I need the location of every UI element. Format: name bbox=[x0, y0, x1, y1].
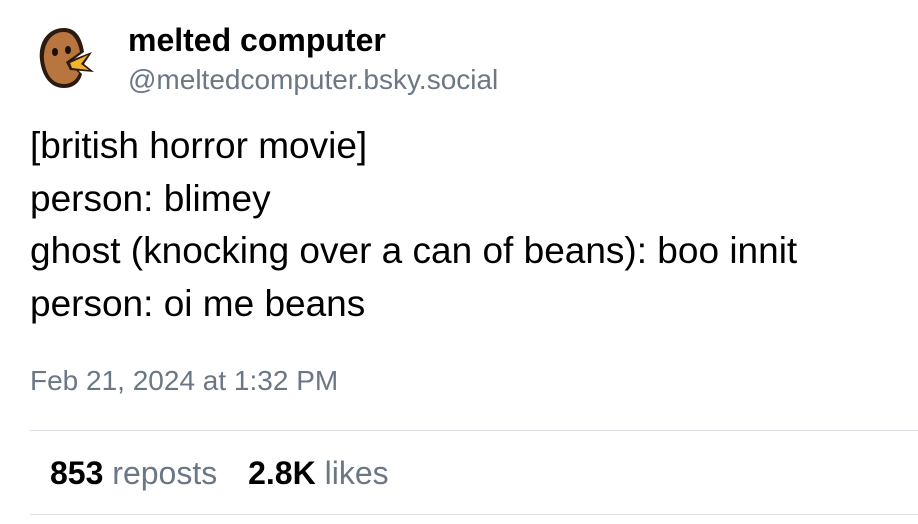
divider bbox=[30, 514, 918, 515]
post-container: melted computer @meltedcomputer.bsky.soc… bbox=[0, 0, 918, 524]
likes-stat[interactable]: 2.8K likes bbox=[248, 452, 389, 494]
post-stats: 853 reposts 2.8K likes bbox=[50, 452, 411, 494]
duck-avatar-icon bbox=[39, 28, 94, 88]
author-display-name[interactable]: melted computer bbox=[128, 20, 498, 60]
author-info: melted computer @meltedcomputer.bsky.soc… bbox=[128, 20, 498, 98]
post-text-line: ghost (knocking over a can of beans): bo… bbox=[30, 230, 798, 271]
post-text-line: person: oi me beans bbox=[30, 282, 366, 324]
author-handle[interactable]: @meltedcomputer.bsky.social bbox=[128, 62, 498, 98]
reposts-count: 853 bbox=[50, 455, 104, 491]
reposts-stat[interactable]: 853 reposts bbox=[50, 452, 217, 494]
post-timestamp[interactable]: Feb 21, 2024 at 1:32 PM bbox=[30, 362, 338, 400]
avatar[interactable] bbox=[30, 22, 102, 94]
post-text: [british horror movie] person: blimey gh… bbox=[30, 120, 900, 330]
post-text-line: [british horror movie] bbox=[30, 125, 368, 166]
post-text-line: person: blimey bbox=[30, 177, 271, 219]
likes-label: likes bbox=[324, 455, 389, 491]
divider bbox=[30, 430, 918, 431]
likes-count: 2.8K bbox=[248, 455, 316, 491]
reposts-label: reposts bbox=[112, 455, 218, 491]
